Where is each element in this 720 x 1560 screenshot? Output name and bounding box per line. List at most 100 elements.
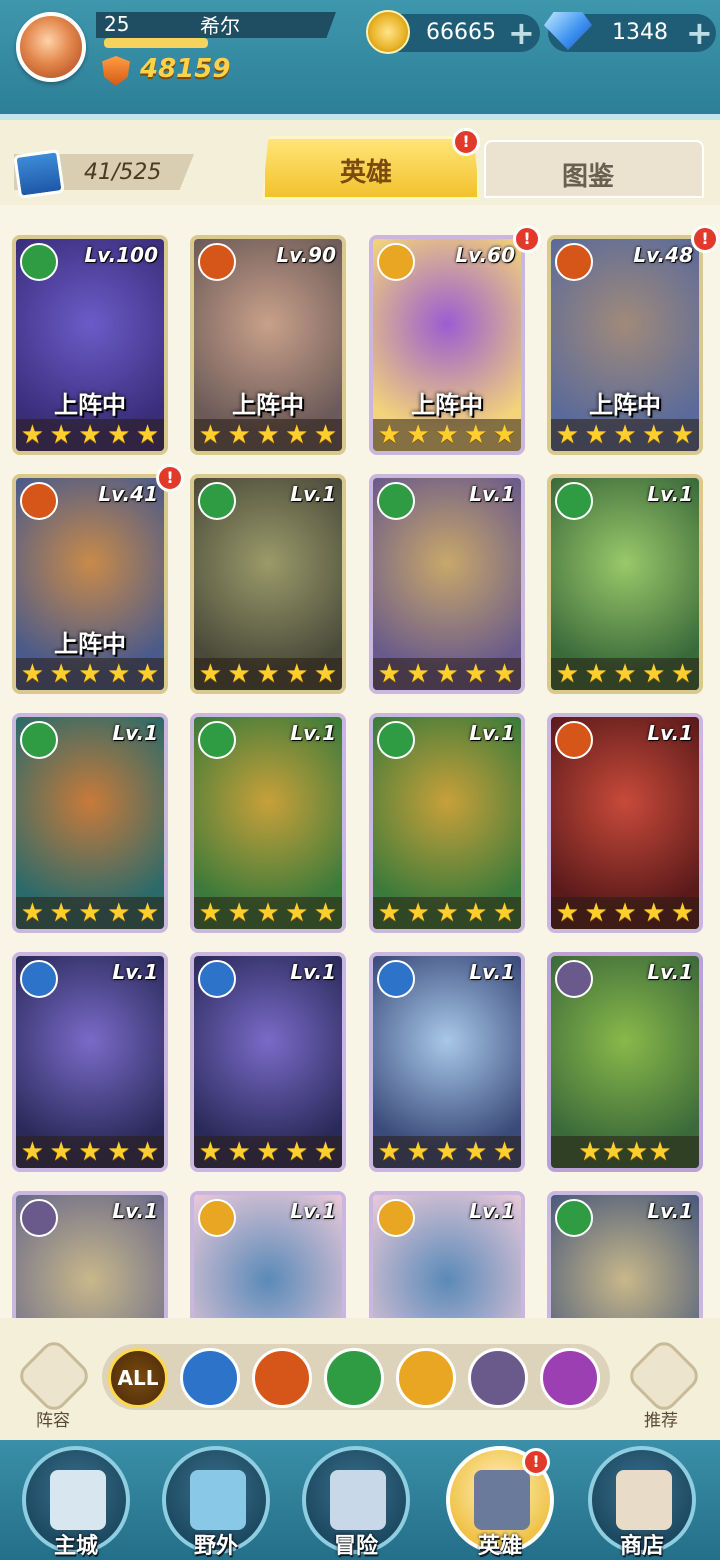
hero-card[interactable]: Lv.48 上阵中 ★ ★ ★ ★ ★: [547, 235, 703, 455]
portal-icon: [190, 1470, 246, 1530]
hero-level: Lv.1: [647, 1199, 693, 1223]
nature-element-icon: [555, 482, 593, 520]
gold-value: 66665: [426, 20, 496, 45]
star-icon: ★: [107, 659, 131, 689]
hero-card[interactable]: Lv.1 ★ ★ ★ ★ ★: [12, 713, 168, 933]
star-rating: ★ ★ ★ ★ ★: [16, 419, 164, 451]
hero-card[interactable]: Lv.1 ★ ★ ★ ★ ★: [369, 713, 525, 933]
star-rating: ★ ★ ★ ★: [551, 1136, 699, 1168]
star-icon: ★: [285, 659, 309, 689]
hero-level: Lv.41: [98, 482, 158, 506]
all-filter-button[interactable]: ALL: [108, 1348, 168, 1408]
star-rating: ★ ★ ★ ★ ★: [551, 419, 699, 451]
fire-element-filter-button[interactable]: [252, 1348, 312, 1408]
nature-element-icon: [377, 482, 415, 520]
hero-card[interactable]: Lv.1: [369, 1191, 525, 1318]
add-gems-button[interactable]: +: [686, 14, 713, 52]
nav-label: 野外: [194, 1534, 239, 1559]
hero-card[interactable]: Lv.100 上阵中 ★ ★ ★ ★ ★: [12, 235, 168, 455]
player-name: 希尔: [200, 14, 240, 38]
tab-heroes-label: 英雄: [340, 158, 393, 188]
nature-element-icon: [20, 243, 58, 281]
star-icon: ★: [49, 659, 73, 689]
star-icon: ★: [435, 898, 459, 928]
star-icon: ★: [78, 659, 102, 689]
hero-card[interactable]: Lv.41 上阵中 ★ ★ ★ ★ ★: [12, 474, 168, 694]
hero-card[interactable]: Lv.1 ★ ★ ★ ★ ★: [12, 952, 168, 1172]
star-icon: ★: [492, 420, 517, 450]
hero-card[interactable]: Lv.1 ★ ★ ★ ★ ★: [369, 952, 525, 1172]
tab-heroes-alert-badge: !: [452, 128, 480, 156]
star-icon: ★: [135, 898, 160, 928]
star-rating: ★ ★ ★ ★ ★: [16, 658, 164, 690]
deployed-status: 上阵中: [411, 391, 483, 419]
dark-element-filter-button[interactable]: [468, 1348, 528, 1408]
star-icon: ★: [377, 420, 402, 450]
hero-grid: Lv.100 上阵中 ★ ★ ★ ★ ★ Lv.90 上阵中 ★ ★ ★ ★ ★ Lv.60 上阵中 ★ ★ ★ ★ ★…: [0, 205, 720, 1318]
light-element-icon: [198, 1199, 236, 1237]
hero-card[interactable]: Lv.1 ★ ★ ★ ★ ★: [190, 713, 346, 933]
nature-element-icon: [198, 721, 236, 759]
star-icon: ★: [555, 659, 580, 689]
star-rating: ★ ★ ★ ★ ★: [16, 1136, 164, 1168]
nav-alert-badge: !: [522, 1448, 550, 1476]
star-icon: ★: [198, 1137, 223, 1167]
hero-card[interactable]: Lv.1: [547, 1191, 703, 1318]
star-icon: ★: [406, 659, 430, 689]
hero-card[interactable]: Lv.1: [12, 1191, 168, 1318]
star-icon: ★: [406, 898, 430, 928]
add-gold-button[interactable]: +: [508, 14, 535, 52]
hero-level: Lv.90: [276, 243, 336, 267]
hero-card[interactable]: Lv.1 ★ ★ ★ ★ ★: [190, 474, 346, 694]
star-icon: ★: [584, 420, 608, 450]
nature-element-filter-button[interactable]: [324, 1348, 384, 1408]
hero-level: Lv.1: [112, 1199, 158, 1223]
star-rating: ★ ★ ★ ★ ★: [373, 897, 521, 929]
light-element-icon: [377, 243, 415, 281]
star-rating: ★ ★ ★ ★ ★: [373, 1136, 521, 1168]
star-icon: ★: [256, 420, 280, 450]
hero-card[interactable]: Lv.1: [190, 1191, 346, 1318]
light-element-filter-button[interactable]: [396, 1348, 456, 1408]
fire-element-icon: [20, 482, 58, 520]
shop-icon: [616, 1470, 672, 1530]
hero-card[interactable]: Lv.1 ★ ★ ★ ★ ★: [369, 474, 525, 694]
star-icon: ★: [198, 420, 223, 450]
star-icon: ★: [285, 898, 309, 928]
star-icon: ★: [135, 659, 160, 689]
hero-card[interactable]: Lv.1 ★ ★ ★ ★ ★: [547, 474, 703, 694]
hero-card[interactable]: Lv.1 ★ ★ ★ ★: [547, 952, 703, 1172]
nav-label: 主城: [54, 1534, 99, 1559]
star-icon: ★: [435, 420, 459, 450]
fire-element-icon: [198, 243, 236, 281]
star-icon: ★: [613, 659, 637, 689]
star-icon: ★: [20, 420, 45, 450]
star-icon: ★: [227, 659, 251, 689]
hero-level: Lv.100: [84, 243, 159, 267]
star-icon: ★: [584, 898, 608, 928]
star-icon: ★: [555, 420, 580, 450]
hero-card[interactable]: Lv.90 上阵中 ★ ★ ★ ★ ★: [190, 235, 346, 455]
water-element-icon: [198, 960, 236, 998]
star-icon: ★: [578, 1137, 602, 1167]
hero-card[interactable]: Lv.1 ★ ★ ★ ★ ★: [190, 952, 346, 1172]
hero-card[interactable]: Lv.1 ★ ★ ★ ★ ★: [547, 713, 703, 933]
deployed-status: 上阵中: [54, 391, 126, 419]
star-icon: ★: [49, 1137, 73, 1167]
deployed-status: 上阵中: [54, 630, 126, 658]
star-icon: ★: [256, 898, 280, 928]
hero-level: Lv.1: [647, 721, 693, 745]
star-icon: ★: [377, 1137, 402, 1167]
star-icon: ★: [492, 1137, 517, 1167]
xp-progress-bar: [104, 38, 208, 48]
water-element-filter-button[interactable]: [180, 1348, 240, 1408]
star-icon: ★: [642, 898, 666, 928]
star-icon: ★: [20, 659, 45, 689]
deployed-status: 上阵中: [589, 391, 661, 419]
player-avatar[interactable]: [16, 12, 86, 82]
hero-level: Lv.1: [290, 960, 336, 984]
star-rating: ★ ★ ★ ★ ★: [194, 897, 342, 929]
star-icon: ★: [107, 1137, 131, 1167]
hero-card[interactable]: Lv.60 上阵中 ★ ★ ★ ★ ★: [369, 235, 525, 455]
arcane-element-filter-button[interactable]: [540, 1348, 600, 1408]
